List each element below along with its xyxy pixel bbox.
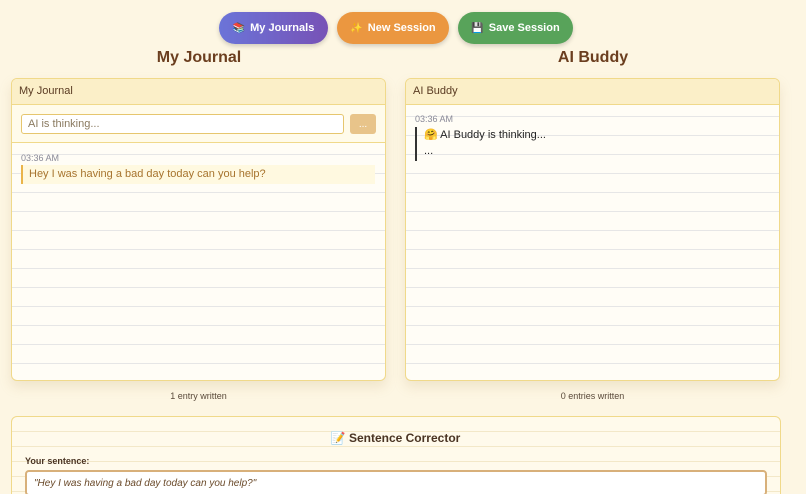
sentence-input[interactable]: [25, 470, 767, 494]
hugging-face-icon: 🤗: [424, 129, 438, 141]
ai-entry-timestamp: 03:36 AM: [415, 114, 454, 124]
ai-ellipsis: ...: [424, 145, 434, 157]
ai-response: 🤗 AI Buddy is thinking... ...: [415, 127, 615, 161]
my-journals-button[interactable]: 📚 My Journals: [219, 12, 328, 44]
floppy-disk-icon: 💾: [471, 22, 484, 34]
send-button[interactable]: ...: [350, 114, 376, 134]
save-session-label: Save Session: [488, 22, 560, 34]
ai-buddy-heading: AI Buddy: [557, 49, 629, 66]
sentence-label: Your sentence:: [25, 456, 90, 466]
save-session-button[interactable]: 💾 Save Session: [458, 12, 573, 44]
new-session-button[interactable]: ✨ New Session: [337, 12, 449, 44]
ai-entry-count: 0 entries written: [560, 391, 625, 401]
journal-panel: My Journal ... 03:36 AM Hey I was having…: [11, 78, 386, 381]
sentence-corrector: 📝 Sentence Corrector Your sentence:: [11, 416, 781, 494]
journal-panel-title: My Journal: [12, 79, 385, 105]
corrector-title: 📝 Sentence Corrector: [12, 431, 779, 445]
toolbar: 📚 My Journals ✨ New Session 💾 Save Sessi…: [0, 12, 806, 44]
journal-entry-count: 1 entry written: [170, 391, 227, 401]
journal-heading: My Journal: [156, 49, 242, 66]
ai-buddy-panel: AI Buddy 03:36 AM 🤗 AI Buddy is thinking…: [405, 78, 780, 381]
entry-timestamp: 03:36 AM: [21, 153, 60, 163]
journal-input[interactable]: [21, 114, 344, 134]
memo-icon: 📝: [330, 431, 346, 445]
corrector-title-text: Sentence Corrector: [348, 431, 461, 445]
my-journals-label: My Journals: [250, 22, 315, 34]
journal-input-row: ...: [12, 105, 385, 143]
sparkles-icon: ✨: [350, 22, 363, 34]
ai-thinking-text: AI Buddy is thinking...: [440, 129, 546, 141]
books-icon: 📚: [232, 22, 246, 34]
new-session-label: New Session: [367, 22, 436, 34]
journal-entry: Hey I was having a bad day today can you…: [21, 165, 375, 184]
ai-buddy-panel-title: AI Buddy: [406, 79, 779, 105]
